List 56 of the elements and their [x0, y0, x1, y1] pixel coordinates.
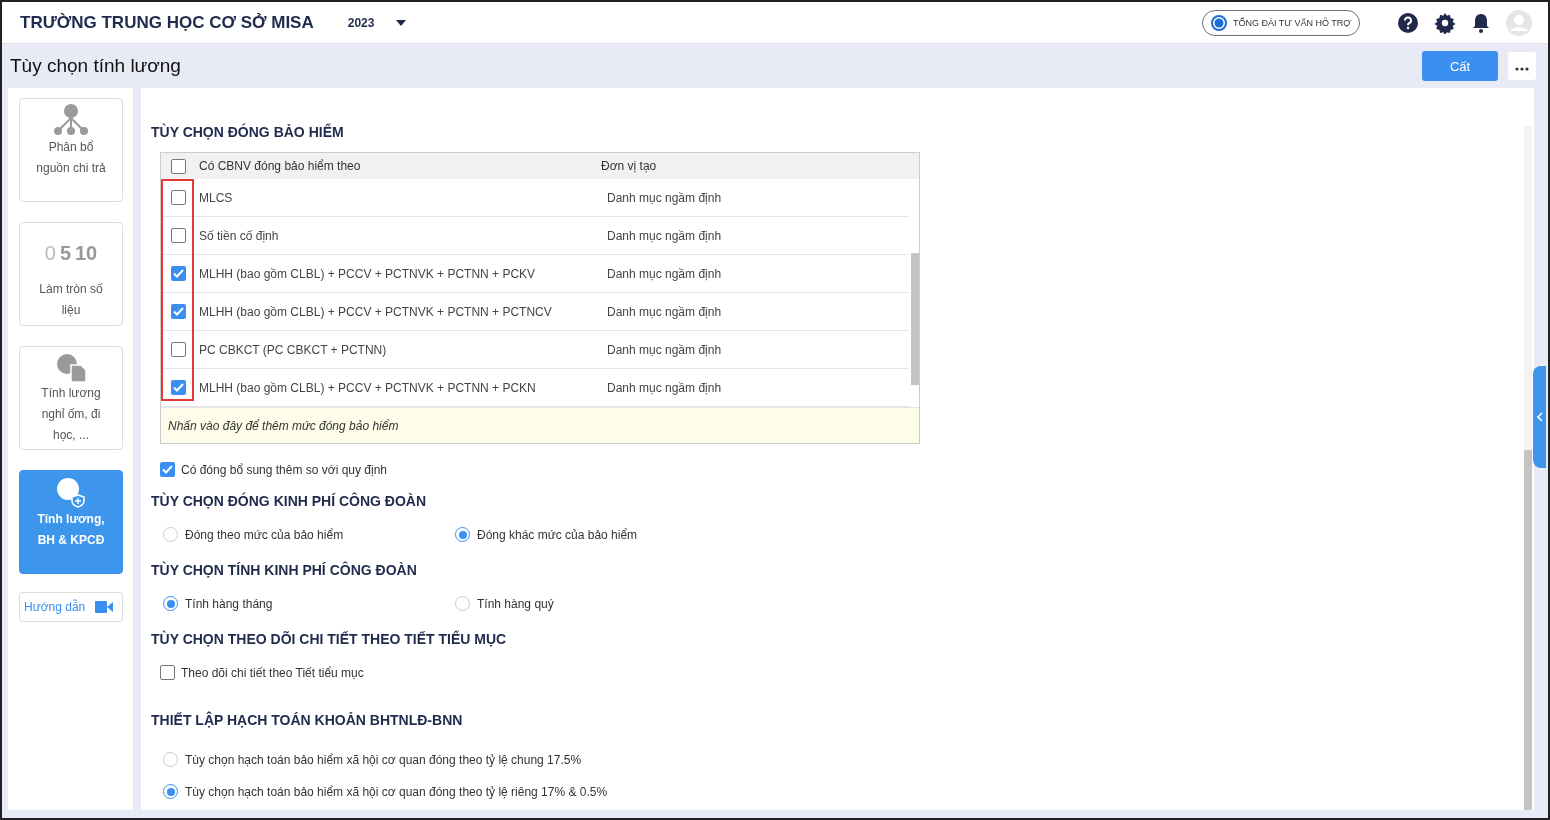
- caret-icon: [396, 19, 407, 26]
- table-cell: Danh mục ngầm định: [607, 266, 722, 281]
- school-name: TRƯỜNG TRUNG HỌC CƠ SỞ MISA: [20, 12, 314, 33]
- table-cell-text: MLCS: [199, 190, 234, 205]
- checkbox[interactable]: [160, 665, 175, 680]
- table-cell-text: MLHH (bao gồm CLBL) + PCCV + PCTNVK + PCTNN + PCTNCV: [199, 304, 553, 319]
- row-checkbox[interactable]: [171, 190, 186, 205]
- sidebar-item[interactable]: 0 5 10 Làm tròn số liệu: [19, 222, 123, 326]
- more-button[interactable]: [1508, 52, 1536, 80]
- section-title: TÙY CHỌN THEO DÕI CHI TIẾT THEO TIẾT TIỂU MỤC: [151, 631, 508, 647]
- option-label: Tính hàng quý: [477, 596, 554, 611]
- select-all-checkbox[interactable]: [171, 158, 186, 174]
- scrollbar-thumb[interactable]: [1524, 450, 1532, 810]
- add-row-hint[interactable]: Nhấn vào đây để thêm mức đóng bảo hiểm: [161, 407, 919, 443]
- option-label: Tính hàng tháng: [185, 596, 273, 611]
- settings-icon[interactable]: [1434, 11, 1456, 34]
- table-cell: Danh mục ngầm định: [607, 304, 722, 319]
- table-cell: Danh mục ngầm định: [607, 380, 722, 395]
- row-checkbox[interactable]: [171, 380, 186, 395]
- column-header: Đơn vị tạo: [601, 159, 657, 173]
- table-cell-text: MLHH (bao gồm CLBL) + PCCV + PCTNVK + PCTNN + PCKN: [199, 380, 537, 395]
- table-cell: Danh mục ngầm định: [607, 228, 722, 243]
- bell-icon[interactable]: [1472, 12, 1490, 33]
- year-dropdown[interactable]: 2023: [347, 15, 407, 30]
- rounding-digits: 0 5 10: [44, 240, 98, 266]
- hotline-button[interactable]: TỔNG ĐÀI TƯ VẤN HỖ TRỢ: [1201, 9, 1360, 36]
- column-header: Có CBNV đóng bảo hiểm theo: [199, 159, 362, 173]
- option-label: Tùy chọn hạch toán bảo hiểm xã hội cơ quan đóng theo tỷ lệ riêng 17% & 0.5%: [185, 784, 608, 799]
- option-label: Tùy chọn hạch toán bảo hiểm xã hội cơ quan đóng theo tỷ lệ chung 17.5%: [185, 752, 582, 767]
- table-cell-text: MLHH (bao gồm CLBL) + PCCV + PCTNVK + PCTNN + PCKV: [199, 266, 537, 281]
- collapse-tab[interactable]: [1533, 366, 1546, 468]
- section-title: TÙY CHỌN ĐÓNG BẢO HIỂM: [151, 124, 345, 140]
- page-title: Tùy chọn tính lương: [10, 55, 182, 77]
- option-label: Đóng theo mức của bảo hiểm: [185, 527, 344, 542]
- table-cell-text: PC CBKCT (PC CBKCT + PCTNN): [199, 342, 388, 357]
- sidebar-item[interactable]: Phân bổ nguồn chi trả: [19, 98, 123, 202]
- row-checkbox[interactable]: [171, 228, 186, 243]
- chevron-left-icon: [1536, 412, 1543, 422]
- checkbox[interactable]: [160, 462, 175, 477]
- section-title: TÙY CHỌN ĐÓNG KINH PHÍ CÔNG ĐOÀN: [151, 493, 428, 509]
- row-checkbox[interactable]: [171, 266, 186, 281]
- row-checkbox[interactable]: [171, 304, 186, 319]
- table-cell: Danh mục ngầm định: [607, 190, 722, 205]
- row-checkbox[interactable]: [171, 342, 186, 357]
- table-cell: Danh mục ngầm định: [607, 342, 722, 357]
- scrollbar-thumb[interactable]: [911, 253, 919, 385]
- table-cell-text: Số tiền cố định: [199, 228, 280, 243]
- option-label: Có đóng bổ sung thêm so với quy định: [181, 462, 387, 477]
- option-label: Theo dõi chi tiết theo Tiết tiểu mục: [181, 665, 364, 680]
- help-icon[interactable]: [1398, 12, 1418, 33]
- section-title: TÙY CHỌN TÍNH KINH PHÍ CÔNG ĐOÀN: [151, 562, 418, 578]
- section-title: THIẾT LẬP HẠCH TOÁN KHOẢN BHTNLĐ-BNN: [151, 712, 464, 728]
- video-camera-icon: [95, 601, 114, 613]
- option-label: Đóng khác mức của bảo hiểm: [477, 527, 638, 542]
- sidebar-item[interactable]: Tính lương nghỉ ốm, đi học, ...: [19, 346, 123, 450]
- more-icon: [1515, 67, 1529, 71]
